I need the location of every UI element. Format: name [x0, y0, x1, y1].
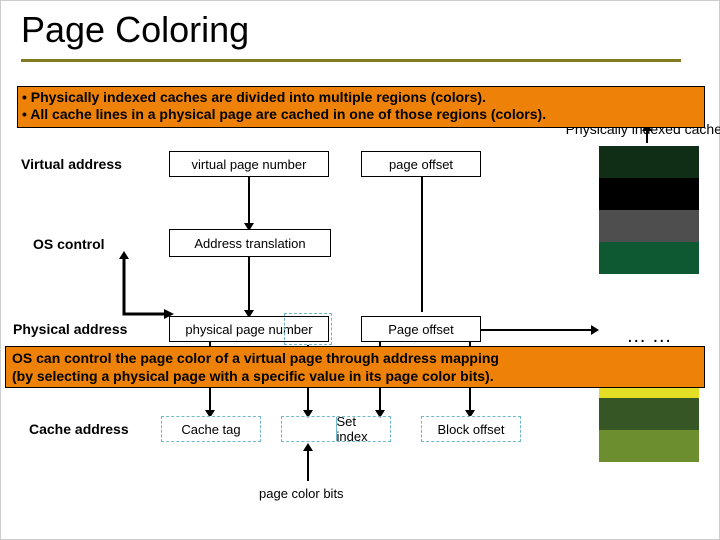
callout2-line1: OS can control the page color of a virtu… — [12, 349, 698, 367]
title-underline — [21, 59, 681, 62]
arrow-vpn-to-atrans — [248, 177, 250, 223]
arrow-atrans-to-ppn — [248, 255, 250, 310]
callout2-line2: (by selecting a physical page with a spe… — [12, 367, 698, 385]
callout-box-2: OS can control the page color of a virtu… — [5, 346, 705, 388]
slide-title: Page Coloring — [21, 9, 249, 51]
set-index-box: Set index — [281, 416, 391, 442]
callout-box-1: • Physically indexed caches are divided … — [17, 86, 705, 128]
os-control-arrow — [119, 259, 169, 319]
label-os-control: OS control — [33, 236, 105, 252]
address-translation-box: Address translation — [169, 229, 331, 257]
block-offset-box: Block offset — [421, 416, 521, 442]
arrow-phys-to-colorstack — [481, 329, 591, 331]
virtual-offset-box: page offset — [361, 151, 481, 177]
color-stack-row — [599, 398, 699, 430]
page-color-bits-label: page color bits — [259, 486, 344, 501]
color-stack-row — [599, 146, 699, 178]
label-virtual-address: Virtual address — [21, 156, 122, 172]
arrow-pageoffset-passthrough — [421, 177, 423, 312]
set-index-left — [282, 417, 336, 441]
callout1-line2: • All cache lines in a physical page are… — [22, 106, 700, 123]
cache-tag-box: Cache tag — [161, 416, 261, 442]
color-stack: … … — [599, 146, 699, 462]
color-stack-row — [599, 274, 699, 306]
color-stack-row — [599, 242, 699, 274]
set-index-label: Set index — [337, 417, 391, 441]
page-color-bits-highlight — [284, 313, 332, 345]
vpn-box: virtual page number — [169, 151, 329, 177]
arrow-setindex-to-pcb-label — [307, 451, 309, 481]
color-stack-row — [599, 430, 699, 462]
physical-offset-box: Page offset — [361, 316, 481, 342]
callout1-line1: • Physically indexed caches are divided … — [22, 89, 700, 106]
label-physical-address: Physical address — [13, 321, 127, 337]
arrow-stack-top — [646, 131, 648, 143]
label-cache-address: Cache address — [29, 421, 129, 437]
color-stack-row — [599, 178, 699, 210]
color-stack-row — [599, 210, 699, 242]
